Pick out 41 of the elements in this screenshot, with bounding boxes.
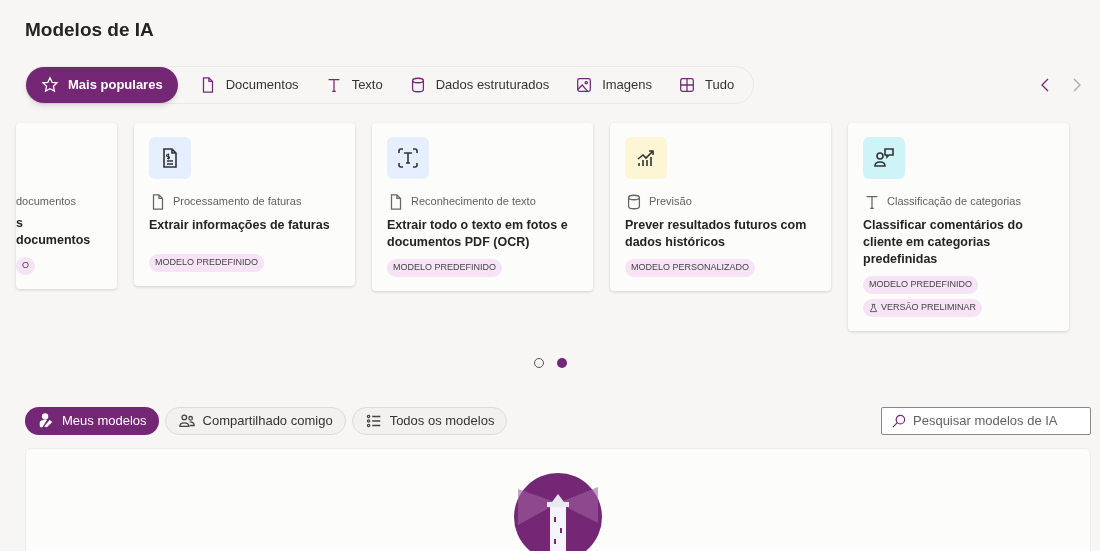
grid-icon [678, 75, 697, 94]
model-card[interactable]: Processamento de faturas Extrair informações de faturas MODELO PREDEFINIDO [134, 122, 355, 286]
category-label: Reconhecimento de texto [411, 194, 536, 210]
model-card[interactable]: Classificação de categorias Classificar comentários do cliente em categorias predefinidas MODELO PREDEFINIDO VERSÃO PRELIMINAR [848, 122, 1069, 331]
model-card[interactable]: Previsão Prever resultados futuros com dados históricos MODELO PERSONALIZADO [610, 122, 831, 291]
text-scan-icon [396, 145, 420, 170]
database-icon [625, 192, 643, 211]
person-chat-icon [872, 145, 896, 170]
category-label: Processamento de faturas [173, 194, 302, 210]
category-tab[interactable]: Documentos [185, 66, 312, 103]
flask-icon [869, 302, 878, 313]
model-type-tag: MODELO PREDEFINIDO [149, 253, 264, 272]
search-field[interactable]: Pesquisar modelos de IA [881, 406, 1091, 435]
image-icon [575, 75, 594, 94]
model-type-tag: VERSÃO PRELIMINAR [863, 298, 983, 317]
model-type-tag: MODELO PREDEFINIDO [863, 275, 978, 294]
category-tab[interactable]: Dados estruturados [395, 66, 563, 103]
model-type-tag: MODELO PERSONALIZADO [625, 258, 756, 277]
category-tab[interactable]: Imagens [562, 66, 666, 103]
filter-pill[interactable]: Compartilhado comigo [164, 406, 346, 435]
search-icon [891, 413, 906, 429]
person-icon [37, 411, 55, 430]
model-title: Prever resultados futuros com dados históricos [625, 216, 808, 251]
model-title: s documentos [16, 215, 91, 249]
category-label: documentos [16, 193, 76, 209]
page-title: Modelos de IA [25, 18, 154, 42]
filter-pill[interactable]: Meus modelos [25, 406, 159, 435]
category-tab[interactable]: Texto [311, 66, 396, 103]
model-title: Extrair informações de faturas [149, 216, 331, 234]
model-title: Extrair todo o texto em fotos e documentos PDF (OCR) [387, 216, 569, 251]
model-title: Classificar comentários do cliente em categorias predefinidas [863, 216, 1024, 268]
model-card[interactable]: Reconhecimento de texto Extrair todo o texto em fotos e documentos PDF (OCR) MODELO PREDEFINIDO [372, 122, 593, 291]
model-card[interactable]: documentos s documentos O [16, 122, 117, 289]
category-label: Previsão [649, 194, 692, 210]
category-tab[interactable]: Mais populares [26, 66, 178, 103]
category-label: Classificação de categorias [887, 194, 1021, 210]
model-type-tag: O [16, 257, 35, 275]
category-tab[interactable]: Tudo [665, 66, 748, 103]
filter-pill[interactable]: Todos os modelos [351, 406, 508, 435]
star-icon [41, 75, 59, 94]
model-type-tag: MODELO PREDEFINIDO [387, 258, 502, 277]
